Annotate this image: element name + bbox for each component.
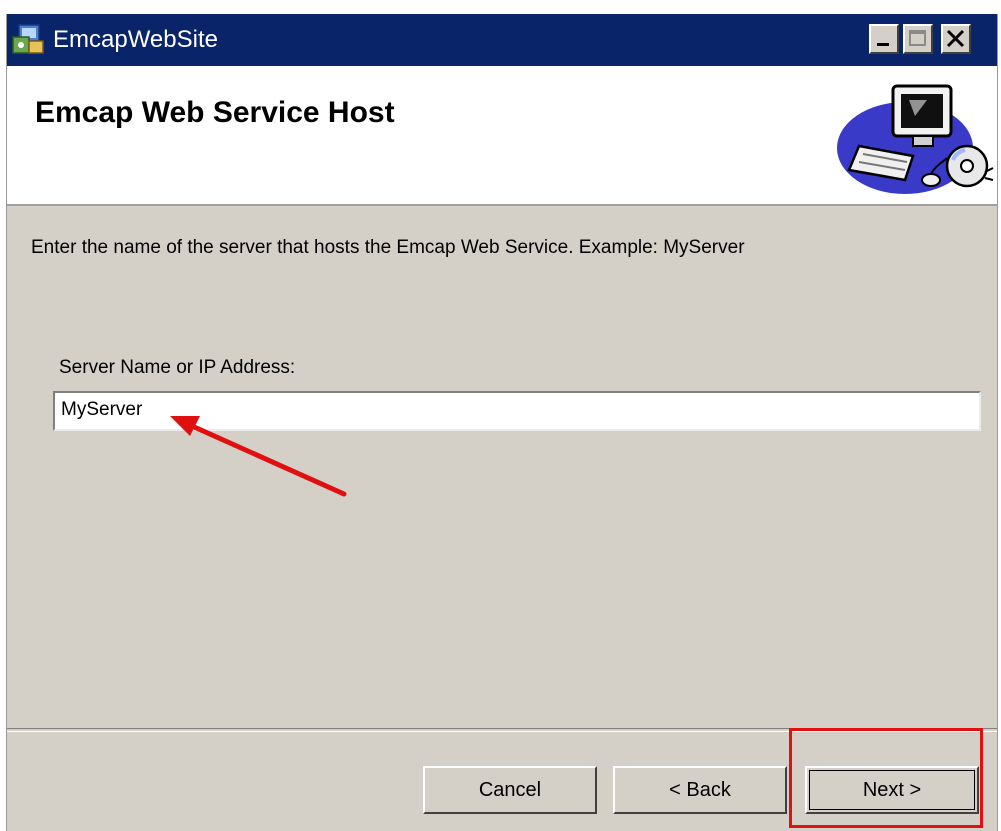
maximize-button[interactable] <box>903 24 933 54</box>
maximize-icon <box>909 30 926 46</box>
close-button[interactable] <box>941 24 971 54</box>
next-highlight-box <box>789 728 983 828</box>
minimize-button[interactable] <box>869 24 899 54</box>
cancel-button[interactable]: Cancel <box>423 766 597 814</box>
installer-icon <box>12 24 44 54</box>
header-banner: Emcap Web Service Host <box>7 66 997 206</box>
server-name-label: Server Name or IP Address: <box>59 357 296 378</box>
close-icon <box>946 29 965 48</box>
page-title: Emcap Web Service Host <box>35 96 395 129</box>
title-bar[interactable]: EmcapWebSite <box>7 14 997 66</box>
instruction-text: Enter the name of the server that hosts … <box>31 237 745 258</box>
minimize-icon <box>877 43 889 46</box>
back-button[interactable]: < Back <box>613 766 787 814</box>
installer-window: EmcapWebSite Emcap Web Service Host Ente… <box>6 14 998 831</box>
computer-disc-icon <box>837 84 994 194</box>
server-name-input[interactable]: MyServer <box>53 391 981 431</box>
window-title: EmcapWebSite <box>53 26 218 53</box>
